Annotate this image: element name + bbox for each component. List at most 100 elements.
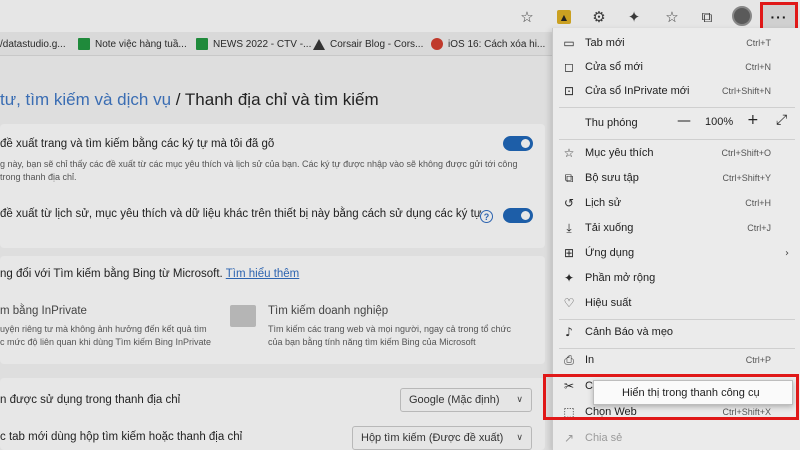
menu-label: Thu phóng xyxy=(585,117,638,129)
menu-label: Mục yêu thích xyxy=(585,147,654,159)
favorite-item[interactable]: Corsair Blog - Cors... xyxy=(313,36,423,52)
favorite-label: Corsair Blog - Cors... xyxy=(330,38,424,50)
fullscreen-icon[interactable]: ⤢ xyxy=(776,112,787,128)
menu-item-new-window[interactable]: ◻ Cửa sổ mới Ctrl+N xyxy=(553,55,800,79)
page-title: tư, tìm kiếm và dịch vụ / Thanh địa chỉ … xyxy=(0,90,379,110)
performance-heart-icon: ♡ xyxy=(563,296,575,310)
enterprise-search-icon xyxy=(230,305,256,327)
bing-text-label: ng đổi với Tìm kiếm bằng Bing từ Microso… xyxy=(0,268,223,280)
search-engine-label: n được sử dụng trong thanh địa chỉ xyxy=(0,394,181,406)
suggestions-card: đề xuất trang và tìm kiếm bằng các ký tự… xyxy=(0,124,545,248)
extensions-puzzle-icon[interactable]: ✦ xyxy=(622,5,646,29)
favorite-item[interactable]: Note việc hàng tuầ... xyxy=(78,36,187,52)
favorite-label: iOS 16: Cách xóa hi... xyxy=(448,38,546,50)
search-engine-select[interactable]: Google (Mặc định) ∨ xyxy=(400,388,532,412)
menu-item-inprivate[interactable]: ⊡ Cửa sổ InPrivate mới Ctrl+Shift+N xyxy=(553,79,800,103)
breadcrumb-link[interactable]: tư, tìm kiếm và dịch vụ xyxy=(0,90,171,109)
menu-label: Tải xuống xyxy=(585,222,634,234)
new-tab-select[interactable]: Hộp tìm kiếm (Được đề xuất) ∨ xyxy=(352,426,532,450)
sheet-icon xyxy=(78,38,90,50)
enterprise-desc: Tìm kiếm các trang web và mọi người, nga… xyxy=(268,324,512,334)
menu-divider xyxy=(559,139,795,140)
profile-avatar[interactable] xyxy=(732,6,752,26)
shortcut-text: Ctrl+J xyxy=(747,223,771,233)
menu-label: Cửa sổ InPrivate mới xyxy=(585,85,690,97)
menu-item-share[interactable]: ↗ Chia sẻ xyxy=(553,426,800,450)
search-engine-value: Google (Mặc định) xyxy=(409,394,500,406)
suggest-history-toggle[interactable] xyxy=(503,208,533,223)
bell-icon: ♪ xyxy=(565,325,573,339)
favorites-icon[interactable]: ☆ xyxy=(660,5,684,29)
new-window-icon: ◻ xyxy=(564,60,574,74)
zoom-in-button[interactable]: + xyxy=(747,112,759,128)
menu-item-apps[interactable]: ⊞ Ứng dụng › xyxy=(553,241,800,265)
show-in-toolbar-option[interactable]: Hiển thị trong thanh công cụ xyxy=(593,380,793,405)
menu-item-alerts[interactable]: ♪ Cảnh Báo và mẹo xyxy=(553,320,800,344)
menu-item-history[interactable]: ↺ Lịch sử Ctrl+H xyxy=(553,191,800,215)
corsair-icon xyxy=(313,38,325,50)
enterprise-title: Tìm kiếm doanh nghiệp xyxy=(268,305,389,317)
menu-label: Ứng dụng xyxy=(585,247,635,259)
shortcut-text: Ctrl+Shift+Y xyxy=(722,173,771,183)
menu-item-extensions[interactable]: ✦ Phần mở rộng xyxy=(553,266,800,290)
favorite-label: Note việc hàng tuầ... xyxy=(95,38,187,50)
favorite-label: NEWS 2022 - CTV -... xyxy=(213,38,312,50)
shortcut-text: Ctrl+Shift+N xyxy=(721,86,771,96)
share-icon: ↗ xyxy=(563,431,575,445)
menu-label: Lịch sử xyxy=(585,197,622,209)
menu-label: Chia sẻ xyxy=(585,432,623,444)
apps-icon: ⊞ xyxy=(563,246,575,260)
extensions-icon: ✦ xyxy=(563,271,575,285)
enterprise-desc: của bạn bằng tính năng tìm kiếm Bing của… xyxy=(268,337,476,347)
breadcrumb-current: Thanh địa chỉ và tìm kiếm xyxy=(184,90,379,109)
popup-label: Hiển thị trong thanh công cụ xyxy=(622,386,760,399)
favorite-item[interactable]: /datastudio.g... xyxy=(0,36,66,52)
menu-item-downloads[interactable]: ⤓ Tải xuống Ctrl+J xyxy=(553,216,800,240)
new-tab-label: c tab mới dùng hộp tìm kiếm hoặc thanh đ… xyxy=(0,431,243,443)
download-icon: ⤓ xyxy=(566,220,572,235)
menu-item-zoom: Thu phóng — 100% + ⤢ xyxy=(553,110,800,136)
inprivate-desc: uyện riêng tư mà không ảnh hưởng đến kết… xyxy=(0,324,207,334)
suggest-typed-title: đề xuất trang và tìm kiếm bằng các ký tự… xyxy=(0,138,275,150)
menu-item-favorites[interactable]: ☆ Mục yêu thích Ctrl+Shift+O xyxy=(553,141,800,165)
inprivate-desc: c mức độ liên quan khi dùng Tìm kiếm Bin… xyxy=(0,337,211,347)
menu-label: Hiệu suất xyxy=(585,297,632,309)
shortcut-text: Ctrl+H xyxy=(745,198,771,208)
zoom-out-button[interactable]: — xyxy=(677,113,691,129)
inprivate-icon: ⊡ xyxy=(563,84,575,98)
shortcut-text: Ctrl+T xyxy=(746,38,771,48)
collections-icon: ⧉ xyxy=(564,170,574,185)
menu-divider xyxy=(559,107,795,108)
menu-item-collections[interactable]: ⧉ Bộ sưu tập Ctrl+Shift+Y xyxy=(553,166,800,190)
chevron-down-icon: ∨ xyxy=(516,395,523,405)
menu-item-print[interactable]: ⎙ In Ctrl+P xyxy=(553,348,800,372)
history-icon: ↺ xyxy=(563,196,575,210)
extension-icon[interactable]: ▲ xyxy=(557,10,571,24)
menu-label: Tab mới xyxy=(585,37,625,49)
menu-label: In xyxy=(585,354,595,366)
settings-gear-icon[interactable]: ⚙ xyxy=(587,5,611,29)
shortcut-text: Ctrl+N xyxy=(745,62,771,72)
sheet-icon xyxy=(196,38,208,50)
learn-more-link[interactable]: Tìm hiểu thêm xyxy=(226,268,300,280)
add-favorite-icon[interactable]: ☆ xyxy=(515,5,539,29)
chevron-down-icon: ∨ xyxy=(516,433,523,443)
site-icon xyxy=(431,38,443,50)
bing-card: ng đổi với Tìm kiếm bằng Bing từ Microso… xyxy=(0,256,545,364)
favorites-icon: ☆ xyxy=(563,146,575,160)
printer-icon: ⎙ xyxy=(564,352,574,367)
suggest-typed-desc: trong thanh địa chỉ. xyxy=(0,172,77,182)
menu-item-performance[interactable]: ♡ Hiệu suất xyxy=(553,291,800,315)
favorite-label: /datastudio.g... xyxy=(0,38,66,50)
chevron-right-icon: › xyxy=(785,247,789,259)
shortcut-text: Ctrl+P xyxy=(745,355,771,365)
favorite-item[interactable]: iOS 16: Cách xóa hi... xyxy=(431,36,545,52)
breadcrumb-separator: / xyxy=(171,90,185,109)
favorite-item[interactable]: NEWS 2022 - CTV -... xyxy=(196,36,311,52)
menu-label: Cửa sổ mới xyxy=(585,61,643,73)
collections-icon[interactable]: ⧉ xyxy=(695,5,719,29)
bing-text: ng đổi với Tìm kiếm bằng Bing từ Microso… xyxy=(0,268,299,280)
suggest-typed-toggle[interactable] xyxy=(503,136,533,151)
menu-item-new-tab[interactable]: ▭ Tab mới Ctrl+T xyxy=(553,31,800,55)
help-icon[interactable]: ? xyxy=(480,210,493,223)
